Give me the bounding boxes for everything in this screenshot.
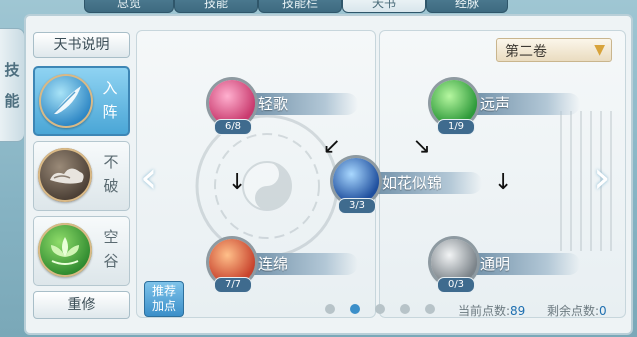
recommend-label-line-2: 加点 xyxy=(151,299,176,313)
node-tongming-count: 0/3 xyxy=(437,277,475,293)
current-points-label: 当前点数: xyxy=(458,304,511,318)
remaining-points-value: 0 xyxy=(599,304,607,318)
prev-page-arrow[interactable]: ‹ xyxy=(140,156,158,200)
tab-tianshu[interactable]: 天书 xyxy=(342,0,426,13)
side-tab-char-1: 技 xyxy=(4,61,20,79)
chevron-down-icon: ▼ xyxy=(594,42,605,58)
tab-overview[interactable]: 总览 xyxy=(84,0,174,13)
skill-label-konggu: 空谷 xyxy=(103,228,119,270)
page-dot-active[interactable] xyxy=(350,304,360,314)
tianshu-description-button[interactable]: 天书说明 xyxy=(33,32,130,58)
cloud-icon xyxy=(38,148,92,202)
recommend-points-button[interactable]: 推荐 加点 xyxy=(144,281,184,317)
node-lianmian-label: 连绵 xyxy=(248,253,358,275)
taiji-emblem xyxy=(195,114,339,258)
skill-card-ruzhen[interactable]: 入阵 xyxy=(33,66,130,136)
side-tab-char-2: 能 xyxy=(4,92,20,110)
arrow-down-icon: ↓ xyxy=(494,170,513,195)
skill-card-bupo[interactable]: 不破 xyxy=(33,141,130,211)
page-dot[interactable] xyxy=(375,304,385,314)
node-lianmian-count: 7/7 xyxy=(214,277,252,293)
remaining-points-label: 剩余点数: xyxy=(547,304,600,318)
volume-select-value: 第二卷 xyxy=(505,44,547,60)
current-points-value: 89 xyxy=(510,304,526,318)
current-points: 当前点数:89 xyxy=(458,302,525,319)
node-qingge-count: 6/8 xyxy=(214,119,252,135)
node-ruhuasijin-count: 3/3 xyxy=(338,198,376,214)
remaining-points: 剩余点数:0 xyxy=(547,302,607,319)
tab-meridian[interactable]: 经脉 xyxy=(426,0,508,13)
node-qingge-label: 轻歌 xyxy=(248,93,358,115)
node-yuansheng-count: 1/9 xyxy=(437,119,475,135)
tab-skill-bar[interactable]: 技能栏 xyxy=(258,0,342,13)
page-dot[interactable] xyxy=(400,304,410,314)
page-dot[interactable] xyxy=(425,304,435,314)
top-tab-strip: 总览 技能 技能栏 天书 经脉 xyxy=(0,0,637,14)
node-yuansheng-label: 远声 xyxy=(470,93,580,115)
lotus-icon xyxy=(38,223,92,277)
node-tongming-label: 通明 xyxy=(470,253,580,275)
arrow-down-icon: ↓ xyxy=(228,170,247,195)
next-page-arrow[interactable]: › xyxy=(593,156,611,200)
page-dot[interactable] xyxy=(325,304,335,314)
skill-label-bupo: 不破 xyxy=(103,153,119,195)
tab-skills[interactable]: 技能 xyxy=(174,0,258,13)
skill-card-konggu[interactable]: 空谷 xyxy=(33,216,130,286)
recommend-label-line-1: 推荐 xyxy=(151,284,176,298)
skill-label-ruzhen: 入阵 xyxy=(102,79,118,121)
side-tab-skills[interactable]: 技 能 xyxy=(0,28,25,142)
calligraphy-decoration xyxy=(560,111,620,251)
reset-skills-button[interactable]: 重修 xyxy=(33,291,130,319)
volume-select[interactable]: 第二卷 ▼ xyxy=(496,38,612,62)
node-ruhuasijin-label: 如花似锦 xyxy=(372,172,482,194)
feather-icon xyxy=(39,74,93,128)
